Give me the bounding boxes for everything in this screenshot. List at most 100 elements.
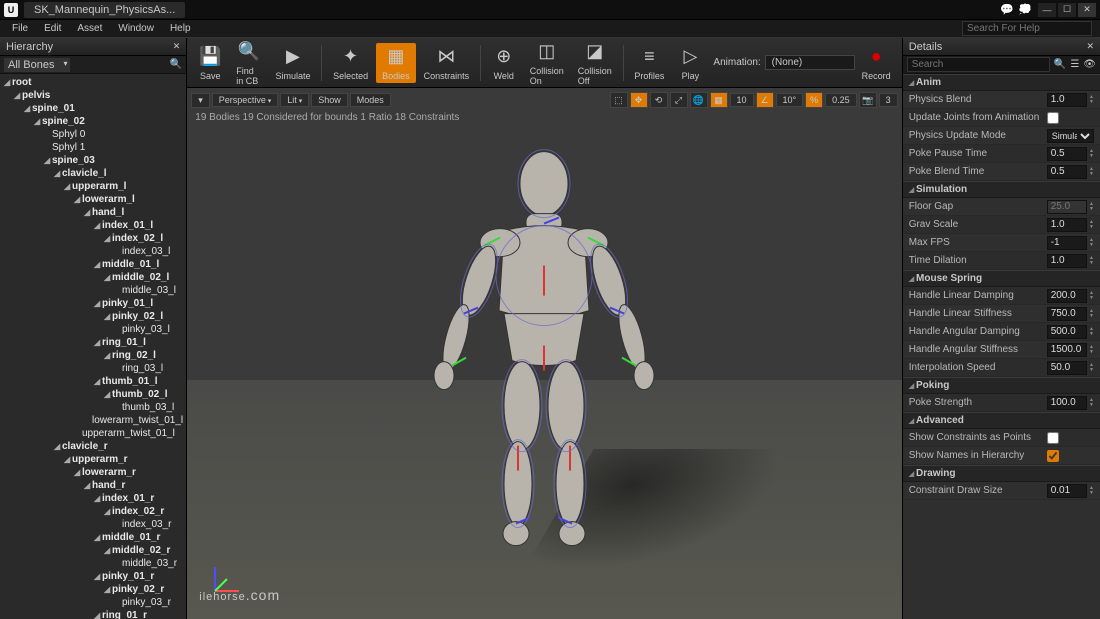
tree-node[interactable]: ◢clavicle_l	[0, 167, 186, 180]
tree-node[interactable]: ◢middle_02_r	[0, 544, 186, 557]
tree-node[interactable]: ◢pinky_02_l	[0, 310, 186, 323]
spinner-icon[interactable]: ▲▼	[1089, 291, 1094, 301]
search-icon[interactable]: 🔍	[1054, 59, 1066, 70]
viewport-modes-button[interactable]: Modes	[350, 93, 391, 107]
viewport[interactable]: ▾ PerspectiveLitShowModes ⬚ ✥ ⟲ ⤢ 🌐 ▦ 10…	[187, 88, 901, 619]
tree-node[interactable]: ◢middle_01_r	[0, 531, 186, 544]
camera-speed-value[interactable]: 3	[879, 93, 898, 107]
menu-window[interactable]: Window	[110, 21, 162, 36]
viewport-lit-button[interactable]: Lit	[280, 93, 309, 107]
spinner-icon[interactable]: ▲▼	[1089, 345, 1094, 355]
tree-node[interactable]: index_03_r	[0, 518, 186, 531]
close-button[interactable]: ✕	[1078, 3, 1096, 17]
section-anim[interactable]: Anim	[903, 74, 1100, 91]
animation-select[interactable]: (None)	[765, 55, 855, 70]
coord-space-icon[interactable]: 🌐	[690, 92, 708, 108]
tree-node[interactable]: ◢thumb_02_l	[0, 388, 186, 401]
tree-node[interactable]: ◢hand_l	[0, 206, 186, 219]
details-header[interactable]: Details ✕	[903, 38, 1100, 56]
tree-node[interactable]: thumb_03_l	[0, 401, 186, 414]
menu-help[interactable]: Help	[162, 21, 199, 36]
spinner-icon[interactable]: ▲▼	[1089, 398, 1094, 408]
tree-node[interactable]: lowerarm_twist_01_l	[0, 414, 186, 427]
tree-node[interactable]: ◢thumb_01_l	[0, 375, 186, 388]
property-input[interactable]	[1047, 361, 1087, 375]
spinner-icon[interactable]: ▲▼	[1089, 486, 1094, 496]
toolbar-collision-off-button[interactable]: ◪Collision Off	[572, 38, 618, 88]
notifications-icon[interactable]: 💭	[1018, 3, 1032, 17]
toolbar-find-in-cb-button[interactable]: 🔍Find in CB	[230, 38, 267, 88]
property-checkbox[interactable]	[1047, 112, 1059, 124]
spinner-icon[interactable]: ▲▼	[1089, 220, 1094, 230]
spinner-icon[interactable]: ▲▼	[1089, 202, 1094, 212]
select-mode-icon[interactable]: ⬚	[610, 92, 628, 108]
filter-icon[interactable]: ☰	[1070, 59, 1079, 70]
spinner-icon[interactable]: ▲▼	[1089, 95, 1094, 105]
tree-node[interactable]: index_03_l	[0, 245, 186, 258]
tree-node[interactable]: middle_03_r	[0, 557, 186, 570]
tree-node[interactable]: middle_03_l	[0, 284, 186, 297]
property-input[interactable]	[1047, 484, 1087, 498]
maximize-button[interactable]: ☐	[1058, 3, 1076, 17]
property-input[interactable]	[1047, 325, 1087, 339]
angle-snap-value[interactable]: 10°	[776, 93, 804, 107]
toolbar-profiles-button[interactable]: ≡Profiles	[628, 43, 670, 83]
grid-snap-value[interactable]: 10	[730, 93, 754, 107]
property-checkbox[interactable]	[1047, 432, 1059, 444]
toolbar-simulate-button[interactable]: ▶Simulate	[269, 43, 316, 83]
menu-asset[interactable]: Asset	[69, 21, 110, 36]
property-input[interactable]	[1047, 396, 1087, 410]
property-input[interactable]	[1047, 147, 1087, 161]
property-input[interactable]	[1047, 236, 1087, 250]
toolbar-selected-button[interactable]: ✦Selected	[327, 43, 374, 83]
section-advanced[interactable]: Advanced	[903, 412, 1100, 429]
tree-node[interactable]: ◢index_01_r	[0, 492, 186, 505]
tree-node[interactable]: ◢hand_r	[0, 479, 186, 492]
spinner-icon[interactable]: ▲▼	[1089, 327, 1094, 337]
help-search-input[interactable]	[962, 21, 1092, 36]
property-input[interactable]	[1047, 307, 1087, 321]
tree-node[interactable]: ◢clavicle_r	[0, 440, 186, 453]
property-input[interactable]	[1047, 165, 1087, 179]
tree-node[interactable]: ◢middle_01_l	[0, 258, 186, 271]
section-drawing[interactable]: Drawing	[903, 465, 1100, 482]
tree-node[interactable]: upperarm_twist_01_l	[0, 427, 186, 440]
tree-node[interactable]: ◢index_01_l	[0, 219, 186, 232]
tree-node[interactable]: pinky_03_r	[0, 596, 186, 609]
spinner-icon[interactable]: ▲▼	[1089, 238, 1094, 248]
tree-node[interactable]: ◢upperarm_l	[0, 180, 186, 193]
menu-file[interactable]: File	[4, 21, 36, 36]
property-input[interactable]	[1047, 93, 1087, 107]
tree-node[interactable]: ◢ring_02_l	[0, 349, 186, 362]
toolbar-play-button[interactable]: ▷Play	[672, 43, 708, 83]
scale-snap-icon[interactable]: %	[805, 92, 823, 108]
tree-node[interactable]: Sphyl 0	[0, 128, 186, 141]
details-search-input[interactable]	[907, 57, 1050, 72]
scale-snap-value[interactable]: 0.25	[825, 93, 857, 107]
property-input[interactable]	[1047, 343, 1087, 357]
toolbar-weld-button[interactable]: ⊕Weld	[486, 43, 522, 83]
tree-node[interactable]: ◢lowerarm_l	[0, 193, 186, 206]
tree-node[interactable]: ◢ring_01_l	[0, 336, 186, 349]
menu-edit[interactable]: Edit	[36, 21, 69, 36]
spinner-icon[interactable]: ▲▼	[1089, 309, 1094, 319]
toolbar-collision-on-button[interactable]: ◫Collision On	[524, 38, 570, 88]
tree-node[interactable]: Sphyl 1	[0, 141, 186, 154]
tree-node[interactable]: ◢spine_03	[0, 154, 186, 167]
viewport-menu-button[interactable]: ▾	[191, 93, 210, 108]
section-poking[interactable]: Poking	[903, 377, 1100, 394]
close-panel-icon[interactable]: ✕	[173, 41, 181, 52]
toolbar-constraints-button[interactable]: ⋈Constraints	[418, 43, 476, 83]
tree-node[interactable]: ◢index_02_l	[0, 232, 186, 245]
tree-node[interactable]: ◢pelvis	[0, 89, 186, 102]
source-control-icon[interactable]: 💬	[1000, 3, 1014, 17]
spinner-icon[interactable]: ▲▼	[1089, 256, 1094, 266]
tree-node[interactable]: ◢pinky_02_r	[0, 583, 186, 596]
hierarchy-header[interactable]: Hierarchy ✕	[0, 38, 186, 56]
bone-filter-dropdown[interactable]: All Bones	[4, 58, 70, 72]
document-tab[interactable]: SK_Mannequin_PhysicsAs...	[24, 2, 185, 18]
property-input[interactable]	[1047, 254, 1087, 268]
translate-mode-icon[interactable]: ✥	[630, 92, 648, 108]
bone-tree[interactable]: ◢root◢pelvis◢spine_01◢spine_02Sphyl 0Sph…	[0, 74, 186, 619]
close-panel-icon[interactable]: ✕	[1086, 41, 1094, 52]
